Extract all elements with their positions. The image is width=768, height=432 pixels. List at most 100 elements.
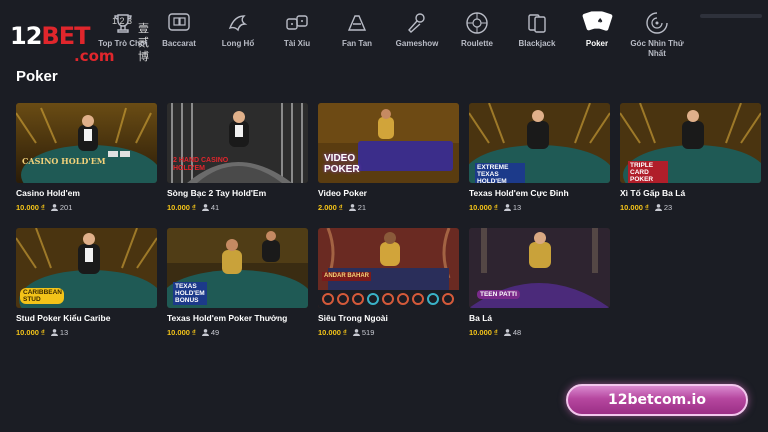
player-count-value: 13 bbox=[59, 328, 69, 337]
player-count: 21 bbox=[348, 203, 367, 212]
game-card[interactable]: TEXAS HOLD'EM BONUS Texas Hold'em Poker … bbox=[167, 228, 308, 340]
player-count-value: 13 bbox=[512, 203, 522, 212]
game-name: Xì Tố Gấp Ba Lá bbox=[620, 188, 686, 198]
game-min-bet: 10.000 ₫ bbox=[167, 203, 196, 212]
site-url-badge[interactable]: 12betcom.io bbox=[566, 384, 748, 416]
game-card[interactable]: EXTREME TEXAS HOLD'EM Texas Hold'em Cực … bbox=[469, 103, 610, 215]
roulette-icon bbox=[464, 10, 490, 36]
game-min-bet: 10.000 ₫ bbox=[469, 328, 498, 337]
player-count: 13 bbox=[503, 203, 522, 212]
nav-blackjack[interactable]: Blackjack bbox=[504, 10, 570, 60]
game-min-bet: 10.000 ₫ bbox=[16, 203, 45, 212]
game-name: Video Poker bbox=[318, 188, 367, 198]
game-logo-text: TRIPLE CARD POKER bbox=[628, 161, 668, 183]
player-count: 13 bbox=[50, 328, 69, 337]
game-logo-text: CARIBBEAN STUD bbox=[20, 288, 64, 304]
game-meta: 10.000 ₫ 48 bbox=[469, 328, 610, 338]
game-card[interactable]: 2 HAND CASINO HOLD'EM Sòng Bạc 2 Tay Hol… bbox=[167, 103, 308, 215]
game-min-bet: 10.000 ₫ bbox=[469, 203, 498, 212]
game-min-bet: 10.000 ₫ bbox=[620, 203, 649, 212]
game-card[interactable]: CASINO HOLD'EM Casino Hold'em 10.000 ₫ 20… bbox=[16, 103, 157, 215]
game-thumbnail: CASINO HOLD'EM bbox=[16, 103, 157, 183]
nav-gameshow[interactable]: Gameshow bbox=[384, 10, 450, 60]
game-card[interactable]: CARIBBEAN STUD Stud Poker Kiểu Caribe 10… bbox=[16, 228, 157, 340]
game-name: Texas Hold'em Poker Thưởng bbox=[167, 313, 288, 323]
game-meta: 10.000 ₫ 23 bbox=[620, 203, 761, 213]
user-icon bbox=[503, 204, 511, 211]
cards-icon bbox=[524, 10, 550, 36]
game-min-bet: 10.000 ₫ bbox=[318, 328, 347, 337]
game-logo-text: TEXAS HOLD'EM BONUS bbox=[173, 282, 207, 305]
player-count-value: 21 bbox=[357, 203, 367, 212]
game-card[interactable]: TRIPLE CARD POKER Xì Tố Gấp Ba Lá 10.000… bbox=[620, 103, 761, 215]
game-meta: 2.000 ₫ 21 bbox=[318, 203, 459, 213]
game-name: Texas Hold'em Cực Đỉnh bbox=[469, 188, 569, 198]
player-count-value: 23 bbox=[663, 203, 673, 212]
game-meta: 10.000 ₫ 49 bbox=[167, 328, 308, 338]
nav-dragon-tiger[interactable]: Long Hổ bbox=[205, 10, 271, 60]
nav-scroll-indicator[interactable] bbox=[700, 14, 762, 18]
user-icon bbox=[201, 204, 209, 211]
game-card[interactable]: VIDEO POKER Video Poker 2.000 ₫ 21 bbox=[318, 103, 459, 215]
game-thumbnail: CARIBBEAN STUD bbox=[16, 228, 157, 308]
game-thumbnail: 2 HAND CASINO HOLD'EM bbox=[167, 103, 308, 183]
nav-first-person[interactable]: Góc Nhìn Thứ Nhất bbox=[622, 10, 692, 60]
game-min-bet: 2.000 ₫ bbox=[318, 203, 343, 212]
nav-sic-bo[interactable]: Tài Xỉu bbox=[264, 10, 330, 60]
casino-table-scene bbox=[16, 103, 157, 183]
game-card[interactable]: ANDAR BAHAR Siêu Trong Ngoài 10.000 ₫ 519 bbox=[318, 228, 459, 340]
user-icon bbox=[50, 329, 58, 336]
nav-baccarat[interactable]: Baccarat bbox=[146, 10, 212, 60]
player-count: 41 bbox=[201, 203, 219, 212]
trophy-icon bbox=[110, 10, 136, 36]
svg-text:♠: ♠ bbox=[597, 17, 603, 25]
game-min-bet: 10.000 ₫ bbox=[167, 328, 196, 337]
game-name: Casino Hold'em bbox=[16, 188, 80, 198]
player-count-value: 519 bbox=[361, 328, 375, 337]
player-count: 201 bbox=[50, 203, 72, 212]
game-thumbnail: ANDAR BAHAR bbox=[318, 228, 459, 308]
player-count-value: 49 bbox=[210, 328, 220, 337]
game-name: Sòng Bạc 2 Tay Hold'Em bbox=[167, 188, 267, 198]
microphone-icon bbox=[404, 10, 430, 36]
game-min-bet: 10.000 ₫ bbox=[16, 328, 45, 337]
game-card[interactable]: TEEN PATTI Ba Lá 10.000 ₫ 48 bbox=[469, 228, 610, 340]
nav-fan-tan[interactable]: Fan Tan bbox=[324, 10, 390, 60]
game-name: Stud Poker Kiểu Caribe bbox=[16, 313, 111, 323]
game-name: Ba Lá bbox=[469, 313, 493, 323]
nav-poker[interactable]: ♠ Poker bbox=[564, 10, 630, 60]
game-logo-text: CASINO HOLD'EM bbox=[22, 156, 106, 166]
game-thumbnail: EXTREME TEXAS HOLD'EM bbox=[469, 103, 610, 183]
game-logo-text: VIDEO POKER bbox=[324, 153, 360, 175]
nav-label: Gameshow bbox=[395, 39, 439, 48]
player-count: 49 bbox=[201, 328, 220, 337]
game-logo-text: TEEN PATTI bbox=[477, 290, 520, 299]
nav-roulette[interactable]: Roulette bbox=[444, 10, 510, 60]
logo-brand-bet: BET bbox=[41, 22, 90, 50]
user-icon bbox=[201, 329, 209, 336]
top-navigation: 12BET .com 1 2 3 壹贰博 Top Trò Chơi Baccar… bbox=[0, 0, 768, 65]
game-thumbnail: TEXAS HOLD'EM BONUS bbox=[167, 228, 308, 308]
user-icon bbox=[503, 329, 511, 336]
game-meta: 10.000 ₫ 13 bbox=[469, 203, 610, 213]
user-icon bbox=[348, 204, 356, 211]
dice-icon bbox=[284, 10, 310, 36]
logo-brand: 12BET bbox=[10, 22, 90, 50]
nav-label: Fan Tan bbox=[341, 39, 373, 48]
poker-cards-icon: ♠ bbox=[577, 10, 617, 36]
game-thumbnail: VIDEO POKER bbox=[318, 103, 459, 183]
nav-label: Blackjack bbox=[518, 39, 556, 48]
player-count: 23 bbox=[654, 203, 673, 212]
game-logo-text: EXTREME TEXAS HOLD'EM bbox=[475, 163, 525, 183]
game-thumbnail: TEEN PATTI bbox=[469, 228, 610, 308]
user-icon bbox=[654, 204, 662, 211]
game-name: Siêu Trong Ngoài bbox=[318, 313, 388, 323]
nav-label: Long Hổ bbox=[221, 39, 255, 48]
casino-table-scene bbox=[318, 228, 459, 308]
game-logo-text: 2 HAND CASINO HOLD'EM bbox=[173, 157, 229, 172]
first-person-icon bbox=[644, 10, 670, 36]
game-meta: 10.000 ₫ 13 bbox=[16, 328, 157, 338]
user-icon bbox=[50, 204, 58, 211]
fan-tan-icon bbox=[344, 10, 370, 36]
user-icon bbox=[352, 329, 360, 336]
